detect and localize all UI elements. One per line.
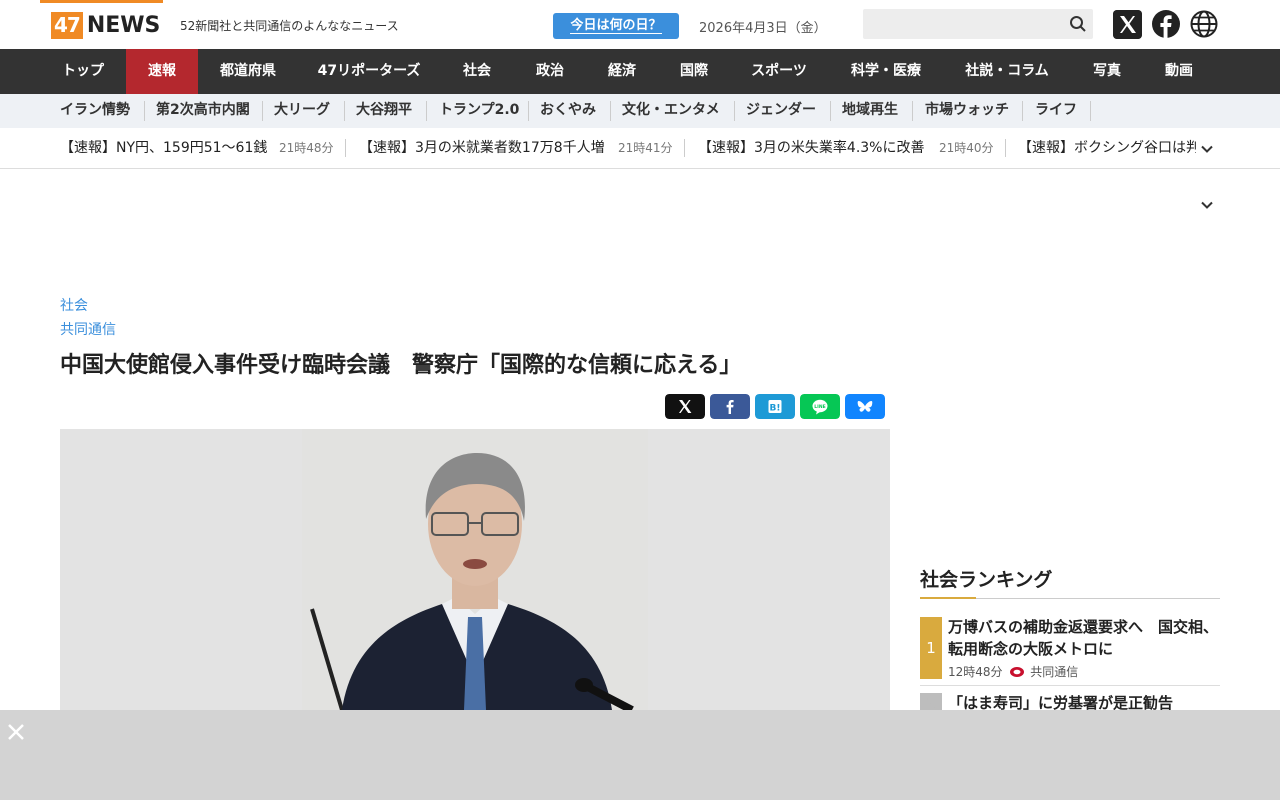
divider [262, 101, 263, 121]
today-button-label: 今日は何の日？ [570, 18, 662, 34]
topic-ohtani[interactable]: 大谷翔平 [356, 94, 412, 128]
ticker-headline[interactable]: 【速報】ボクシング谷口は判定 [1018, 128, 1196, 168]
divider [684, 139, 685, 157]
ticker-time: 21時41分 [618, 141, 673, 155]
ticker-headline[interactable]: 【速報】3月の米就業者数17万8千人増 [359, 128, 605, 168]
article-title: 中国大使館侵入事件受け臨時会議 警察庁「国際的な信頼に応える」 [60, 353, 742, 378]
share-line-icon[interactable]: LINE [800, 394, 840, 419]
ticker-time: 21時48分 [279, 141, 334, 155]
ranking-time: 12時48分 [948, 665, 1003, 679]
topic-culture[interactable]: 文化・エンタメ [622, 94, 720, 128]
share-x-icon[interactable] [665, 394, 705, 419]
ticker-headline[interactable]: 【速報】NY円、159円51～61銭 [60, 128, 267, 168]
main-nav: トップ 速報 都道府県 47リポーターズ 社会 政治 経済 国際 スポーツ 科学… [0, 49, 1280, 94]
svg-text:LINE: LINE [814, 404, 825, 410]
divider [1090, 101, 1091, 121]
article-photo [60, 429, 890, 710]
search-input[interactable] [863, 9, 1093, 39]
bottom-ad-banner [0, 710, 1280, 800]
topic-trump[interactable]: トランプ2.0 [439, 94, 519, 128]
ranking-headline[interactable]: 万博バスの補助金返還要求へ 国交相、転用断念の大阪メトロに [948, 616, 1220, 660]
topic-life[interactable]: ライフ [1035, 94, 1077, 128]
nav-47reporters[interactable]: 47リポーターズ [298, 49, 440, 94]
photo-person [302, 429, 648, 710]
globe-icon[interactable] [1190, 10, 1218, 38]
site-header: 47 NEWS 52新聞社と共同通信のよんななニュース 今日は何の日？ 2026… [0, 0, 1280, 49]
nav-politics[interactable]: 政治 [514, 49, 586, 94]
share-hatena-icon[interactable]: B! [755, 394, 795, 419]
topic-nav: イラン情勢 第2次高市内閣 大リーグ 大谷翔平 トランプ2.0 おくやみ 文化・… [0, 94, 1280, 209]
ranking-source: 共同通信 [1030, 665, 1079, 679]
current-date: 2026年4月3日（金） [699, 21, 827, 36]
share-facebook-icon[interactable] [710, 394, 750, 419]
nav-photos[interactable]: 写真 [1070, 49, 1144, 94]
breaking-ticker: 【速報】NY円、159円51～61銭 21時48分 【速報】3月の米就業者数17… [0, 128, 1280, 169]
divider [734, 101, 735, 121]
nav-science-medical[interactable]: 科学・医療 [828, 49, 944, 94]
nav-economy[interactable]: 経済 [586, 49, 658, 94]
divider [1005, 139, 1006, 157]
x-icon[interactable] [1113, 10, 1142, 39]
topic-regional[interactable]: 地域再生 [842, 94, 898, 128]
kyodo-logo-icon [1010, 667, 1025, 677]
divider [144, 101, 145, 121]
close-icon[interactable] [6, 722, 26, 742]
article-category[interactable]: 社会 [60, 295, 88, 315]
topic-iran[interactable]: イラン情勢 [60, 94, 130, 128]
divider [426, 101, 427, 121]
site-tagline: 52新聞社と共同通信のよんななニュース [180, 19, 399, 33]
divider [344, 101, 345, 121]
logo-accent-bar [40, 0, 163, 3]
logo-word: NEWS [86, 13, 161, 38]
divider [610, 101, 611, 121]
topic-gender[interactable]: ジェンダー [746, 94, 816, 128]
divider [830, 101, 831, 121]
article-source[interactable]: 共同通信 [60, 319, 116, 339]
nav-videos[interactable]: 動画 [1144, 49, 1214, 94]
share-bluesky-icon[interactable] [845, 394, 885, 419]
ranking-divider-accent [920, 597, 976, 599]
ranking-title: 社会ランキング [920, 569, 1053, 591]
nav-prefectures[interactable]: 都道府県 [198, 49, 298, 94]
ticker-overflow: 【速報】ボクシング谷口は判定 [1018, 128, 1196, 168]
nav-top[interactable]: トップ [40, 49, 126, 94]
rank-number: 1 [920, 617, 942, 679]
site-logo[interactable]: 47 NEWS [51, 12, 160, 39]
topic-obituaries[interactable]: おくやみ [540, 94, 596, 128]
svg-text:B!: B! [770, 404, 781, 414]
topic-markets[interactable]: 市場ウォッチ [925, 94, 1009, 128]
nav-society[interactable]: 社会 [440, 49, 514, 94]
ranking-meta: 12時48分 共同通信 [948, 663, 1078, 680]
facebook-icon[interactable] [1152, 10, 1180, 38]
nav-sports[interactable]: スポーツ [730, 49, 828, 94]
divider [345, 139, 346, 157]
ticker-time: 21時40分 [939, 141, 994, 155]
nav-international[interactable]: 国際 [658, 49, 730, 94]
chevron-down-icon[interactable] [1200, 198, 1214, 212]
divider [912, 101, 913, 121]
search-icon[interactable] [1069, 15, 1087, 33]
topic-takaichi-cabinet[interactable]: 第2次高市内閣 [156, 94, 250, 128]
logo-number: 47 [51, 12, 83, 39]
ticker-headline[interactable]: 【速報】3月の米失業率4.3%に改善 [698, 128, 924, 168]
nav-editorial-column[interactable]: 社説・コラム [944, 49, 1070, 94]
nav-breaking[interactable]: 速報 [126, 49, 198, 94]
divider [528, 101, 529, 121]
chevron-down-icon[interactable] [1200, 142, 1214, 156]
divider [920, 685, 1220, 686]
today-button[interactable]: 今日は何の日？ [553, 13, 679, 39]
topic-mlb[interactable]: 大リーグ [274, 94, 330, 128]
divider [1022, 101, 1023, 121]
